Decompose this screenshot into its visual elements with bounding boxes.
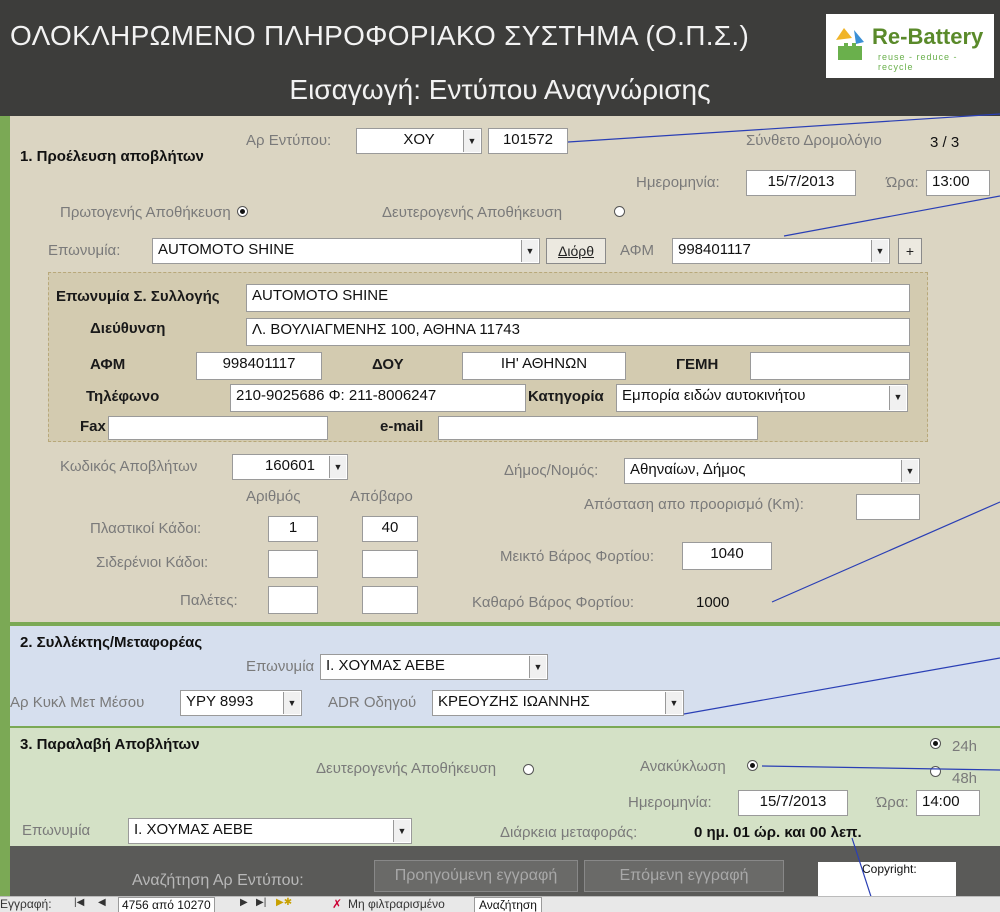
prev-record-icon[interactable]: ◀ <box>98 897 106 908</box>
record-navigation-bar: Εγγραφή: |◀ ◀ 4756 από 10270 ▶ ▶| ▶✱ ✗ Μ… <box>0 896 1000 912</box>
connector-lines <box>567 113 1000 912</box>
record-position-input[interactable]: 4756 από 10270 <box>118 897 215 912</box>
first-record-icon[interactable]: |◀ <box>74 897 84 908</box>
new-record-icon[interactable]: ▶✱ <box>276 897 292 908</box>
app-window: ΟΛΟΚΛΗΡΩΜΕΝΟ ΠΛΗΡΟΦΟΡΙΑΚΟ ΣΥΣΤΗΜΑ (Ο.Π.Σ… <box>0 0 1000 912</box>
filter-status[interactable]: Μη φιλτραρισμένο <box>348 897 445 911</box>
search-box[interactable]: Αναζήτηση <box>474 897 542 912</box>
last-record-icon[interactable]: ▶| <box>256 897 266 908</box>
filter-icon: ✗ <box>332 897 343 911</box>
record-label: Εγγραφή: <box>0 897 52 911</box>
next-record-icon[interactable]: ▶ <box>240 897 248 908</box>
